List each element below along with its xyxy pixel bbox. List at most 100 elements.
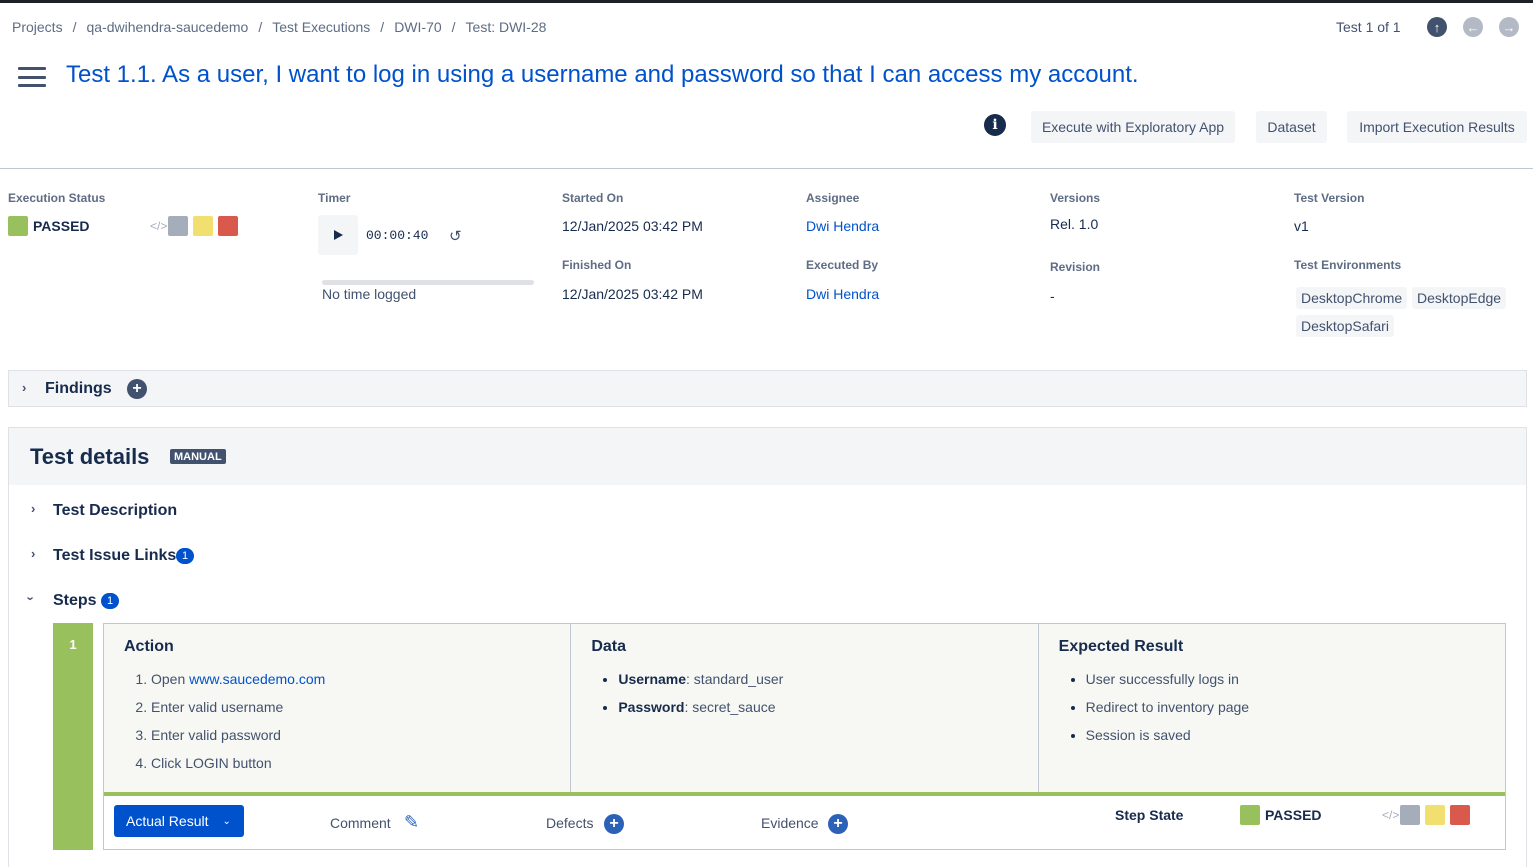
execution-status-label: Execution Status bbox=[8, 191, 106, 205]
chevron-right-icon[interactable]: › bbox=[31, 501, 35, 516]
data-column: Data Username: standard_user Password: s… bbox=[571, 624, 1039, 792]
env-tag: DesktopEdge bbox=[1412, 287, 1507, 309]
dataset-button[interactable]: Dataset bbox=[1256, 111, 1327, 143]
status-executing-button[interactable] bbox=[193, 216, 213, 236]
test-details-title: Test details bbox=[30, 444, 150, 469]
evidence-label: Evidence bbox=[761, 815, 819, 831]
breadcrumb-test[interactable]: Test: DWI-28 bbox=[466, 19, 547, 35]
step-state-value[interactable]: PASSED bbox=[1265, 807, 1322, 823]
step-columns: Action Open www.saucedemo.com Enter vali… bbox=[104, 624, 1505, 792]
top-border bbox=[0, 0, 1533, 3]
arrow-left-icon[interactable]: ← bbox=[1463, 17, 1483, 37]
data-value: : secret_sauce bbox=[684, 699, 776, 715]
list-item: User successfully logs in bbox=[1086, 670, 1485, 688]
page-title: Test 1.1. As a user, I want to log in us… bbox=[66, 61, 1139, 88]
breadcrumb-project[interactable]: qa-dwihendra-saucedemo bbox=[86, 19, 248, 35]
step-state-label: Step State bbox=[1115, 807, 1184, 823]
action-list: Open www.saucedemo.com Enter valid usern… bbox=[124, 670, 550, 772]
status-todo-button[interactable] bbox=[168, 216, 188, 236]
arrow-up-icon[interactable]: ↑ bbox=[1427, 17, 1447, 37]
code-icon[interactable]: </> bbox=[150, 219, 167, 233]
revision-label: Revision bbox=[1050, 260, 1101, 274]
breadcrumb-test-executions[interactable]: Test Executions bbox=[272, 19, 370, 35]
play-icon bbox=[334, 230, 343, 240]
chevron-down-icon: ⌄ bbox=[222, 815, 231, 827]
step-number: 1 bbox=[53, 623, 93, 850]
revision-value: - bbox=[1050, 288, 1055, 304]
data-value: : standard_user bbox=[686, 671, 784, 687]
assignee-link[interactable]: Dwi Hendra bbox=[806, 218, 879, 234]
timer-progress-bar bbox=[322, 280, 534, 285]
breadcrumb-separator: / bbox=[380, 19, 385, 35]
menu-icon[interactable] bbox=[18, 67, 46, 87]
status-failed-button[interactable] bbox=[218, 216, 238, 236]
timer-label: Timer bbox=[318, 191, 351, 205]
list-item: Session is saved bbox=[1086, 726, 1485, 744]
test-pager-label: Test 1 of 1 bbox=[1336, 19, 1401, 35]
status-passed-swatch bbox=[8, 216, 28, 236]
actual-result-button[interactable]: Actual Result ⌄ bbox=[114, 805, 244, 837]
breadcrumb-separator: / bbox=[72, 19, 77, 35]
expected-result-column: Expected Result User successfully logs i… bbox=[1039, 624, 1505, 792]
action-text: Open bbox=[151, 671, 190, 687]
step-status-failed-button[interactable] bbox=[1450, 805, 1470, 825]
code-icon[interactable]: </> bbox=[1382, 808, 1399, 822]
info-icon[interactable]: i bbox=[984, 114, 1006, 136]
add-defect-icon[interactable]: + bbox=[604, 814, 624, 834]
chevron-right-icon[interactable]: › bbox=[22, 380, 26, 395]
step-status-todo-button[interactable] bbox=[1400, 805, 1420, 825]
executed-by-link[interactable]: Dwi Hendra bbox=[806, 286, 879, 302]
test-issue-links-toggle[interactable]: Test Issue Links bbox=[53, 547, 176, 565]
env-tag: DesktopSafari bbox=[1296, 315, 1394, 337]
expected-result-title: Expected Result bbox=[1058, 638, 1184, 655]
list-item: Enter valid password bbox=[151, 726, 550, 744]
add-evidence-icon[interactable]: + bbox=[828, 814, 848, 834]
import-results-button[interactable]: Import Execution Results bbox=[1347, 111, 1527, 143]
breadcrumb: Projects / qa-dwihendra-saucedemo / Test… bbox=[12, 19, 546, 35]
list-item: Enter valid username bbox=[151, 698, 550, 716]
pencil-icon[interactable]: ✎ bbox=[404, 812, 419, 833]
data-list: Username: standard_user Password: secret… bbox=[591, 670, 1017, 716]
executed-by-label: Executed By bbox=[806, 258, 879, 272]
header-divider bbox=[0, 168, 1533, 169]
list-item: Click LOGIN button bbox=[151, 754, 550, 772]
test-description-toggle[interactable]: Test Description bbox=[53, 502, 177, 520]
play-button[interactable] bbox=[318, 215, 358, 255]
step-status-executing-button[interactable] bbox=[1425, 805, 1445, 825]
reset-timer-icon[interactable]: ↺ bbox=[449, 227, 462, 245]
breadcrumb-projects[interactable]: Projects bbox=[12, 19, 63, 35]
chevron-down-icon[interactable]: › bbox=[24, 596, 39, 600]
timer-value: 00:00:40 bbox=[366, 228, 429, 243]
finished-on-value: 12/Jan/2025 03:42 PM bbox=[562, 286, 703, 302]
manual-badge: MANUAL bbox=[170, 449, 226, 464]
findings-title: Findings bbox=[45, 380, 112, 397]
list-item: Password: secret_sauce bbox=[618, 698, 1017, 716]
findings-panel[interactable]: › Findings + bbox=[8, 370, 1527, 407]
chevron-right-icon[interactable]: › bbox=[31, 546, 35, 561]
comment-label: Comment bbox=[330, 815, 391, 831]
actual-result-label: Actual Result bbox=[126, 813, 209, 829]
saucedemo-link[interactable]: www.saucedemo.com bbox=[189, 671, 325, 687]
issue-links-count-badge: 1 bbox=[176, 548, 194, 564]
execute-exploratory-button[interactable]: Execute with Exploratory App bbox=[1031, 111, 1235, 143]
env-tag: DesktopChrome bbox=[1296, 287, 1408, 309]
arrow-right-icon[interactable]: → bbox=[1499, 17, 1519, 37]
started-on-label: Started On bbox=[562, 191, 624, 205]
steps-toggle[interactable]: Steps bbox=[53, 592, 97, 610]
test-environments-label: Test Environments bbox=[1294, 258, 1402, 272]
breadcrumb-separator: / bbox=[258, 19, 263, 35]
data-key: Username bbox=[618, 671, 687, 687]
list-item: Open www.saucedemo.com bbox=[151, 670, 550, 688]
add-finding-icon[interactable]: + bbox=[127, 379, 147, 399]
data-key: Password bbox=[618, 699, 685, 715]
assignee-label: Assignee bbox=[806, 191, 860, 205]
breadcrumb-execution[interactable]: DWI-70 bbox=[394, 19, 441, 35]
versions-label: Versions bbox=[1050, 191, 1101, 205]
test-version-value: v1 bbox=[1294, 218, 1309, 234]
started-on-value: 12/Jan/2025 03:42 PM bbox=[562, 218, 703, 234]
execution-status-value[interactable]: PASSED bbox=[33, 218, 90, 234]
test-details-header: Test details MANUAL bbox=[9, 428, 1526, 485]
versions-value: Rel. 1.0 bbox=[1050, 216, 1099, 232]
action-title: Action bbox=[124, 638, 174, 655]
step-status-line bbox=[104, 792, 1505, 796]
